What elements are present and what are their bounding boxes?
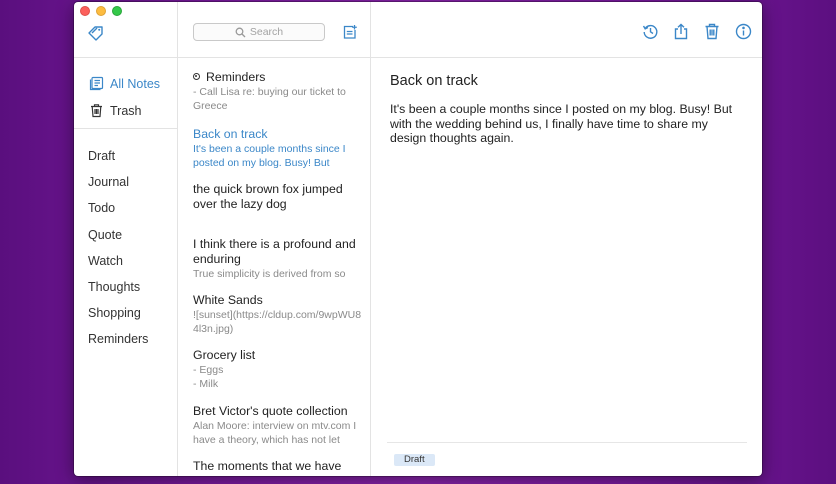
note-item-grocery-list[interactable]: Grocery list - Eggs - Milk [193,348,255,391]
search-input[interactable]: Search [193,23,325,41]
tag-item-journal[interactable]: Journal [88,173,148,199]
note-list-pane: Search Reminders - Call Lisa re: buying … [178,2,371,476]
note-preview: - Call Lisa re: buying our ticket to Gre… [193,86,346,112]
note-item-reminders[interactable]: Reminders - Call Lisa re: buying our tic… [193,70,364,113]
note-item-moments[interactable]: The moments that we have [193,459,341,474]
tags-button[interactable] [86,22,108,44]
new-note-button[interactable] [341,23,359,41]
note-item-bret-victor[interactable]: Bret Victor's quote collection Alan Moor… [193,404,364,447]
note-item-quick-brown-fox[interactable]: the quick brown fox jumped over the lazy… [193,182,364,212]
header-divider [371,57,762,58]
tag-icon [88,26,103,41]
trash-icon [705,23,719,39]
share-button[interactable] [672,22,690,40]
editor-title[interactable]: Back on track [390,72,744,90]
info-button[interactable] [734,22,752,40]
search-placeholder: Search [249,26,284,38]
sidebar-item-label: Trash [110,103,142,118]
note-preview: ![sunset](https://cldup.com/9wpWU84l3n.j… [193,309,362,335]
editor-footer-divider [387,442,747,443]
note-preview: - Eggs - Milk [193,364,224,390]
note-title: Back on track [193,127,268,141]
note-title: White Sands [193,293,263,307]
tag-item-todo[interactable]: Todo [88,199,148,225]
editor-toolbar [641,22,752,40]
note-editor[interactable]: Back on track It's been a couple months … [390,72,744,146]
header-divider [74,57,177,58]
sidebar-item-label: All Notes [110,76,161,91]
history-button[interactable] [641,22,659,40]
sidebar-item-trash[interactable]: Trash [88,97,160,124]
note-title: the quick brown fox jumped over the lazy… [193,182,343,211]
tag-item-watch[interactable]: Watch [88,252,148,278]
tag-item-thoughts[interactable]: Thoughts [88,278,148,304]
tag-item-shopping[interactable]: Shopping [88,304,148,330]
sidebar-divider [74,128,177,129]
info-icon [735,23,751,39]
history-icon [642,24,657,39]
note-title: Reminders [206,70,266,84]
editor-body[interactable]: It's been a couple months since I posted… [390,102,744,146]
note-preview: It's been a couple months since I posted… [193,143,346,169]
sidebar-nav: All Notes Trash [88,70,160,124]
tag-list: Draft Journal Todo Quote Watch Thoughts … [88,147,148,357]
tag-item-quote[interactable]: Quote [88,226,148,252]
note-title: I think there is a profound and enduring [193,237,356,266]
tag-item-reminders[interactable]: Reminders [88,330,148,356]
delete-button[interactable] [703,22,721,40]
note-tag-chip[interactable]: Draft [394,454,435,466]
trash-icon [88,103,104,119]
new-note-icon [343,25,357,39]
header-divider [178,57,370,58]
note-preview: Alan Moore: interview on mtv.com I have … [193,420,357,446]
notes-icon [88,76,104,92]
sidebar: All Notes Trash Draft Journal Todo Quote… [74,2,178,476]
share-icon [674,23,688,39]
app-window: All Notes Trash Draft Journal Todo Quote… [74,2,762,476]
tag-item-draft[interactable]: Draft [88,147,148,173]
note-title: Grocery list [193,348,256,362]
note-title: Bret Victor's quote collection [193,404,348,418]
sidebar-item-all-notes[interactable]: All Notes [88,70,160,97]
note-item-profound[interactable]: I think there is a profound and enduring… [193,237,364,282]
search-icon [235,27,246,38]
note-item-back-on-track[interactable]: Back on track It's been a couple months … [193,127,364,170]
note-item-white-sands[interactable]: White Sands ![sunset](https://cldup.com/… [193,293,364,336]
reminder-icon [193,73,200,80]
note-title: The moments that we have [193,459,342,473]
note-preview: True simplicity is derived from so [193,268,346,280]
editor-pane: Back on track It's been a couple months … [371,2,762,476]
